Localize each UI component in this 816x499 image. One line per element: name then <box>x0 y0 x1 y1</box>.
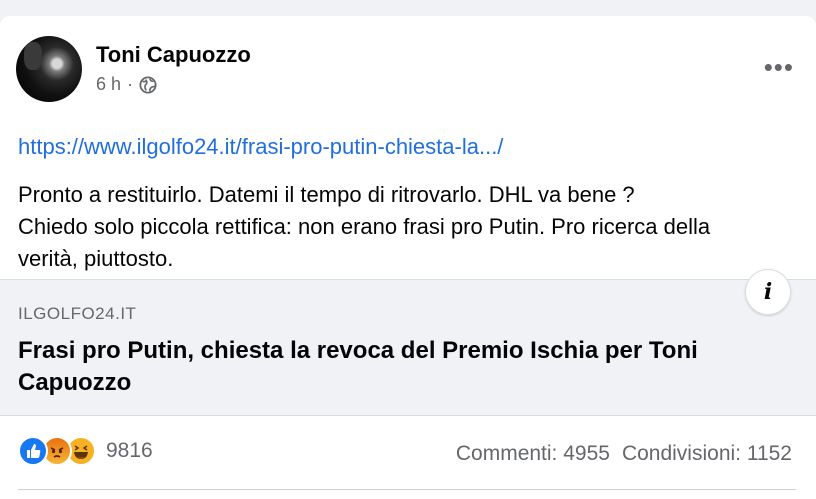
author-avatar[interactable] <box>16 36 82 102</box>
shares-count[interactable]: Condivisioni: 1152 <box>622 442 792 466</box>
post-card: Toni Capuozzo 6 h · ••• https://www.ilgo… <box>0 16 816 499</box>
preview-domain: ILGOLFO24.IT <box>18 304 137 323</box>
post-footer: 9816 Commenti: 4955 Condivisioni: 1152 <box>18 436 796 476</box>
like-icon <box>18 436 48 466</box>
post-header: Toni Capuozzo 6 h · ••• <box>16 36 800 102</box>
divider <box>18 489 796 490</box>
post-text-line: Chiedo solo piccola rettifica: non erano… <box>18 214 711 239</box>
link-preview[interactable]: i ILGOLFO24.IT Frasi pro Putin, chiesta … <box>0 269 816 416</box>
post-text-line: Pronto a restituirlo. Datemi il tempo di… <box>18 182 635 207</box>
author-name[interactable]: Toni Capuozzo <box>96 42 251 68</box>
comments-count[interactable]: Commenti: 4955 <box>456 442 610 466</box>
globe-icon <box>139 75 157 94</box>
post-meta: 6 h · <box>96 74 157 95</box>
post-text: Pronto a restituirlo. Datemi il tempo di… <box>18 179 808 275</box>
post-text-line: verità, piuttosto. <box>18 246 174 271</box>
post-time[interactable]: 6 h <box>96 74 121 95</box>
post-stats: Commenti: 4955 Condivisioni: 1152 <box>456 442 792 466</box>
more-options-icon[interactable]: ••• <box>764 54 794 80</box>
reaction-count[interactable]: 9816 <box>106 439 153 463</box>
post-link[interactable]: https://www.ilgolfo24.it/frasi-pro-putin… <box>18 134 503 160</box>
reactions-summary[interactable]: 9816 <box>18 436 153 466</box>
preview-title[interactable]: Frasi pro Putin, chiesta la revoca del P… <box>18 335 788 399</box>
info-button[interactable]: i <box>745 269 791 315</box>
meta-separator: · <box>127 74 134 94</box>
